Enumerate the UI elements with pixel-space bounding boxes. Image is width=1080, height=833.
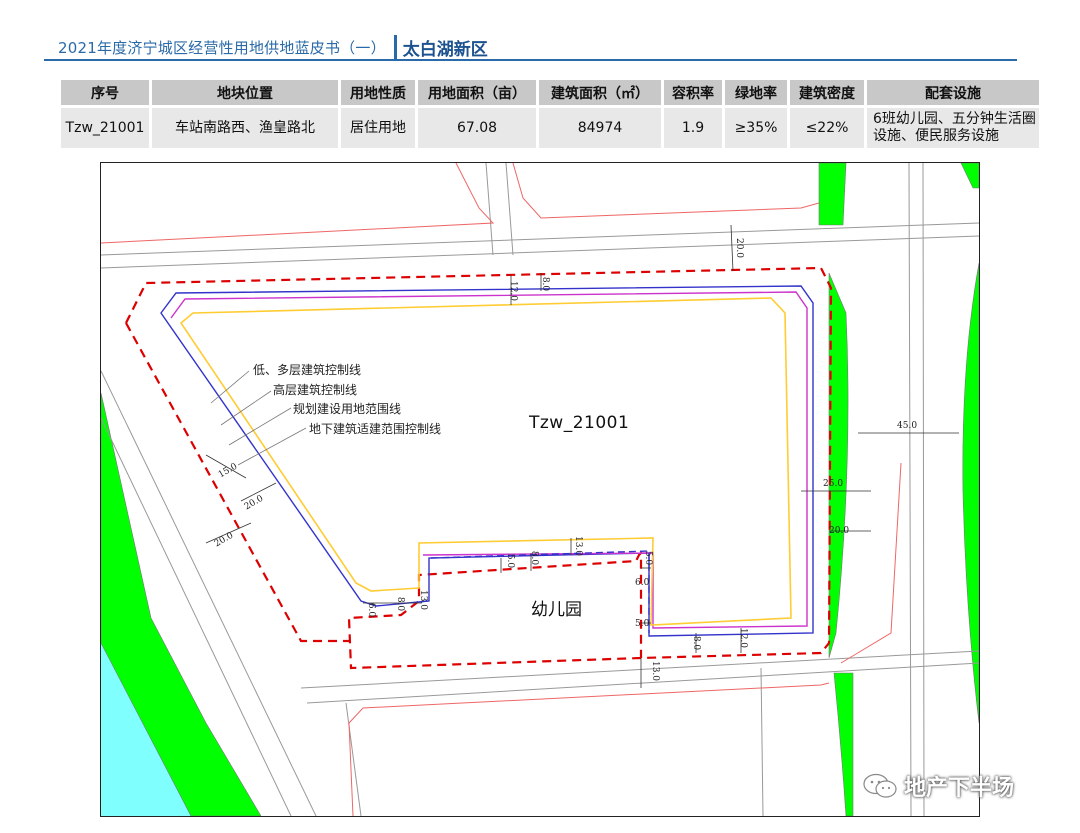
table-header-row: 序号 地块位置 用地性质 用地面积（亩） 建筑面积（㎡） 容积率 绿地率 建筑密… [61, 80, 1039, 105]
right-green-belt-lower [833, 672, 854, 816]
parcel-info-table: 序号 地块位置 用地性质 用地面积（亩） 建筑面积（㎡） 容积率 绿地率 建筑密… [58, 77, 1042, 151]
table-row: Tzw_21001 车站南路西、渔皇路北 居住用地 67.08 84974 1.… [61, 108, 1039, 148]
lowrise-control-line [179, 297, 792, 626]
col-header: 用地面积（亩） [418, 80, 536, 105]
col-header: 序号 [61, 80, 149, 105]
top-green-strip [818, 163, 847, 226]
dim-label: 6.0 [635, 578, 650, 588]
dim-label: 13.0 [573, 535, 584, 557]
header-rule [44, 59, 1017, 61]
dim-label: 6.0 [366, 602, 377, 618]
legend-lowrise-label: 低、多层建筑控制线 [253, 363, 362, 377]
top-right-green-strip [960, 163, 979, 189]
dim-label: 8.0 [691, 635, 702, 651]
col-header: 配套设施 [867, 80, 1039, 105]
dim-label: 25.0 [823, 479, 844, 489]
district-title: 太白湖新区 [402, 39, 488, 60]
dim-label: 12.0 [508, 280, 519, 302]
dim-label: 45.0 [897, 421, 918, 431]
highrise-control-line [160, 285, 814, 637]
document-title: 2021年度济宁城区经营性用地供地蓝皮书（一） [58, 38, 386, 57]
site-plan-map: 20.0 12.0 8.0 15.0 20.0 20.0 25.0 45.0 2… [100, 162, 980, 817]
parcel-label: Tzw_21001 [529, 413, 630, 433]
col-header: 地块位置 [152, 80, 338, 105]
cell-facilities: 6班幼儿园、五分钟生活圈设施、便民服务设施 [867, 108, 1039, 148]
cell-land-area: 67.08 [418, 108, 536, 148]
page-header: 2021年度济宁城区经营性用地供地蓝皮书（一） 太白湖新区 [58, 34, 488, 60]
dim-label: 20.0 [829, 526, 850, 536]
dim-label: 13.0 [418, 589, 429, 611]
dim-label: 5.0 [505, 553, 516, 569]
dim-label: 8.0 [540, 276, 551, 292]
kindergarten-label: 幼儿园 [531, 600, 582, 620]
col-header: 绿地率 [725, 80, 787, 105]
col-header: 容积率 [664, 80, 722, 105]
site-plan-drawing [101, 163, 979, 816]
col-header: 用地性质 [341, 80, 415, 105]
dim-label: 12.0 [738, 627, 749, 649]
cell-green-ratio: ≥35% [725, 108, 787, 148]
dim-label: 5.0 [643, 550, 654, 566]
watermark-text: 地产下半场 [904, 776, 1015, 801]
dim-label: 13.0 [650, 660, 661, 682]
title-divider [393, 35, 397, 59]
dim-label: 8.0 [395, 596, 406, 612]
legend-planning-label: 规划建设用地范围线 [293, 402, 402, 416]
property-lines [101, 163, 902, 816]
dim-label: 5.0 [635, 619, 650, 629]
col-header: 建筑密度 [790, 80, 864, 105]
cell-land-use: 居住用地 [341, 108, 415, 148]
cell-floor-area: 84974 [539, 108, 661, 148]
cell-id: Tzw_21001 [61, 108, 149, 148]
cell-far: 1.9 [664, 108, 722, 148]
legend-underground-label: 地下建筑适建范围控制线 [309, 422, 442, 436]
legend-highrise-label: 高层建筑控制线 [273, 383, 358, 397]
far-right-green-belt [962, 262, 979, 724]
watermark: 地产下半场 [862, 770, 1014, 802]
col-header: 建筑面积（㎡） [539, 80, 661, 105]
dim-label: 20.0 [734, 237, 745, 259]
wechat-icon [863, 773, 897, 798]
cell-building-density: ≤22% [790, 108, 864, 148]
dim-label: 8.0 [529, 550, 540, 566]
cell-location: 车站南路西、渔皇路北 [152, 108, 338, 148]
